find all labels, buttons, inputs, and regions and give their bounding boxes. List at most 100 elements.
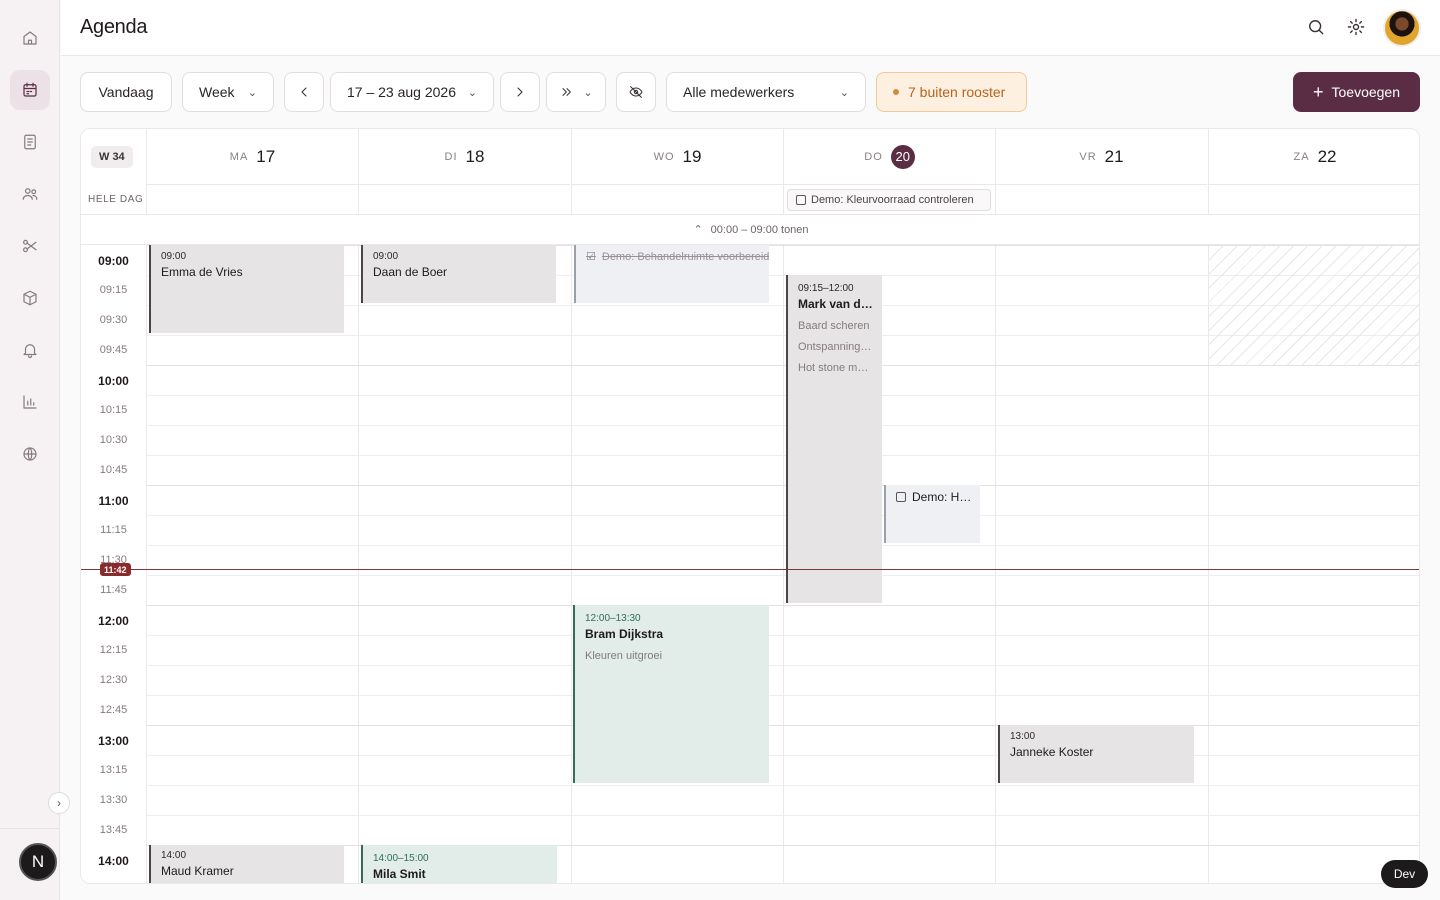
day-header[interactable]: DI 18 (358, 129, 570, 185)
view-label: Week (199, 84, 235, 100)
appointment-time: 14:00–15:00 (373, 853, 429, 864)
nav-reports[interactable] (10, 382, 50, 422)
time-label: 14:00 (98, 854, 129, 868)
time-label: 11:00 (98, 494, 129, 508)
nav-home[interactable] (10, 18, 50, 58)
day-column-divider (571, 245, 572, 883)
service-item: Ontspanningsmassage (798, 341, 882, 353)
nav-clients[interactable] (10, 174, 50, 214)
day-name: ZA (1293, 150, 1310, 163)
chevron-down-icon: ⌄ (467, 86, 477, 99)
day-header[interactable]: DO 20 (783, 129, 995, 185)
day-header[interactable]: WO 19 (571, 129, 783, 185)
appointment-mark-van-den-berg[interactable]: 09:15–12:00 Mark van den Berg Baard sche… (786, 275, 882, 603)
task-title: Demo: Handdoeken wassen (912, 490, 972, 504)
checkbox-icon[interactable] (896, 492, 906, 502)
next-week-button[interactable] (500, 72, 540, 112)
appointment-janneke-koster[interactable]: 13:00 Janneke Koster (998, 725, 1194, 783)
today-button[interactable]: Vandaag (80, 72, 172, 112)
view-select[interactable]: Week ⌄ (182, 72, 274, 112)
appointment-title: Maud Kramer (161, 864, 234, 878)
nav-services[interactable] (10, 226, 50, 266)
chevron-right-icon (517, 87, 523, 97)
nav-products[interactable] (10, 278, 50, 318)
service-item: Baard scheren (798, 320, 870, 332)
appointment-mila-smit[interactable]: 14:00–15:00 Mila Smit (361, 845, 557, 883)
service-item: Hot stone massage (798, 362, 882, 374)
hide-toggle-button[interactable] (616, 72, 656, 112)
time-label: 12:30 (99, 674, 128, 686)
nav-notifications[interactable] (10, 330, 50, 370)
day-column-divider (995, 245, 996, 883)
task-demo-h[interactable]: Demo: Handdoeken wassen (884, 485, 980, 543)
search-button[interactable] (1306, 17, 1330, 41)
globe-icon (23, 447, 37, 461)
appointment-bram-dijkstra[interactable]: 12:00–13:30 Bram Dijkstra Kleuren uitgro… (573, 605, 769, 783)
task-title: Demo: Behandelruimte voorbereiden (601, 250, 769, 263)
previous-week-button[interactable] (284, 72, 324, 112)
grid-line (146, 815, 1419, 816)
all-day-task[interactable]: Demo: Kleurvoorraad controleren (787, 189, 991, 211)
week-calendar: W 34 MA 17 DI 18 WO 19 DO 20 VR 21 ZA 22 HELE DAG D… (80, 128, 1420, 884)
jump-menu-button[interactable]: ⌄ (546, 72, 606, 112)
day-header[interactable]: ZA 22 (1208, 129, 1419, 185)
add-label: Toevoegen (1331, 84, 1401, 100)
nav-documents[interactable] (10, 122, 50, 162)
day-name: VR (1079, 150, 1097, 163)
date-range-label: 17 – 23 aug 2026 (347, 84, 456, 100)
grid-line (146, 545, 1419, 546)
grid-line (146, 575, 1419, 576)
appointment-title: Emma de Vries (161, 265, 243, 279)
time-label: 09:15 (99, 284, 128, 296)
time-label: 10:45 (99, 464, 128, 476)
chevron-down-icon: ⌄ (247, 86, 257, 99)
appointment-title: Daan de Boer (373, 265, 448, 279)
grid-line (146, 695, 1419, 696)
grid-line (146, 605, 1419, 606)
time-label: 10:00 (98, 374, 129, 388)
user-avatar-badge[interactable]: N (19, 843, 57, 881)
day-column-divider (358, 185, 359, 214)
time-label: 09:30 (99, 314, 128, 326)
day-number: 22 (1317, 146, 1337, 166)
document-icon (24, 134, 36, 150)
time-label: 09:45 (99, 344, 128, 356)
day-header[interactable]: MA 17 (146, 129, 358, 185)
avatar[interactable] (1383, 9, 1421, 47)
appointment-daan-de-boer[interactable]: 09:00 Daan de Boer (361, 245, 556, 303)
appointment-maud-kramer[interactable]: 14:00 Maud Kramer (149, 845, 344, 883)
date-range-picker[interactable]: 17 – 23 aug 2026 ⌄ (330, 72, 494, 112)
dev-badge[interactable]: Dev (1381, 860, 1428, 888)
day-header[interactable]: VR 21 (995, 129, 1207, 185)
staff-select[interactable]: Alle medewerkers ⌄ (666, 72, 866, 112)
appointment-title: Janneke Koster (1010, 745, 1094, 759)
add-button[interactable]: + Toevoegen (1293, 72, 1420, 112)
eye-off-icon (629, 86, 643, 98)
package-icon (23, 290, 37, 306)
grid-line (146, 755, 1419, 756)
nav-web[interactable] (10, 434, 50, 474)
settings-button[interactable] (1346, 17, 1370, 41)
sidebar: N (0, 0, 60, 900)
time-label: 11:45 (100, 584, 127, 596)
time-label: 09:00 (98, 254, 129, 268)
time-label: 13:00 (98, 734, 129, 748)
appointment-time: 09:00 (161, 251, 187, 262)
day-number: 17 (256, 146, 276, 166)
today-date: 20 (890, 144, 915, 169)
today-label: Vandaag (98, 84, 154, 100)
appointment-time: 09:15–12:00 (798, 283, 854, 294)
grid-line (146, 485, 1419, 486)
sidebar-expand-button[interactable]: › (48, 792, 70, 814)
users-icon (22, 188, 38, 200)
checkbox-icon[interactable] (796, 195, 806, 205)
checked-checkbox-icon[interactable]: ☑ (586, 250, 596, 263)
show-earlier-hours-button[interactable]: ⌃ 00:00 – 09:00 tonen (81, 215, 1419, 245)
appointment-emma-de-vries[interactable]: 09:00 Emma de Vries (149, 245, 344, 333)
time-label: 10:15 (99, 404, 128, 416)
day-name: MA (229, 150, 249, 163)
day-column-divider (783, 245, 784, 883)
task-behandelruimte[interactable]: ☑ Demo: Behandelruimte voorbereiden (574, 245, 769, 303)
out-of-schedule-button[interactable]: 7 buiten rooster (876, 72, 1027, 112)
calendar-toolbar: Vandaag Week ⌄ 17 – 23 aug 2026 ⌄ ⌄ Alle… (0, 72, 1440, 112)
